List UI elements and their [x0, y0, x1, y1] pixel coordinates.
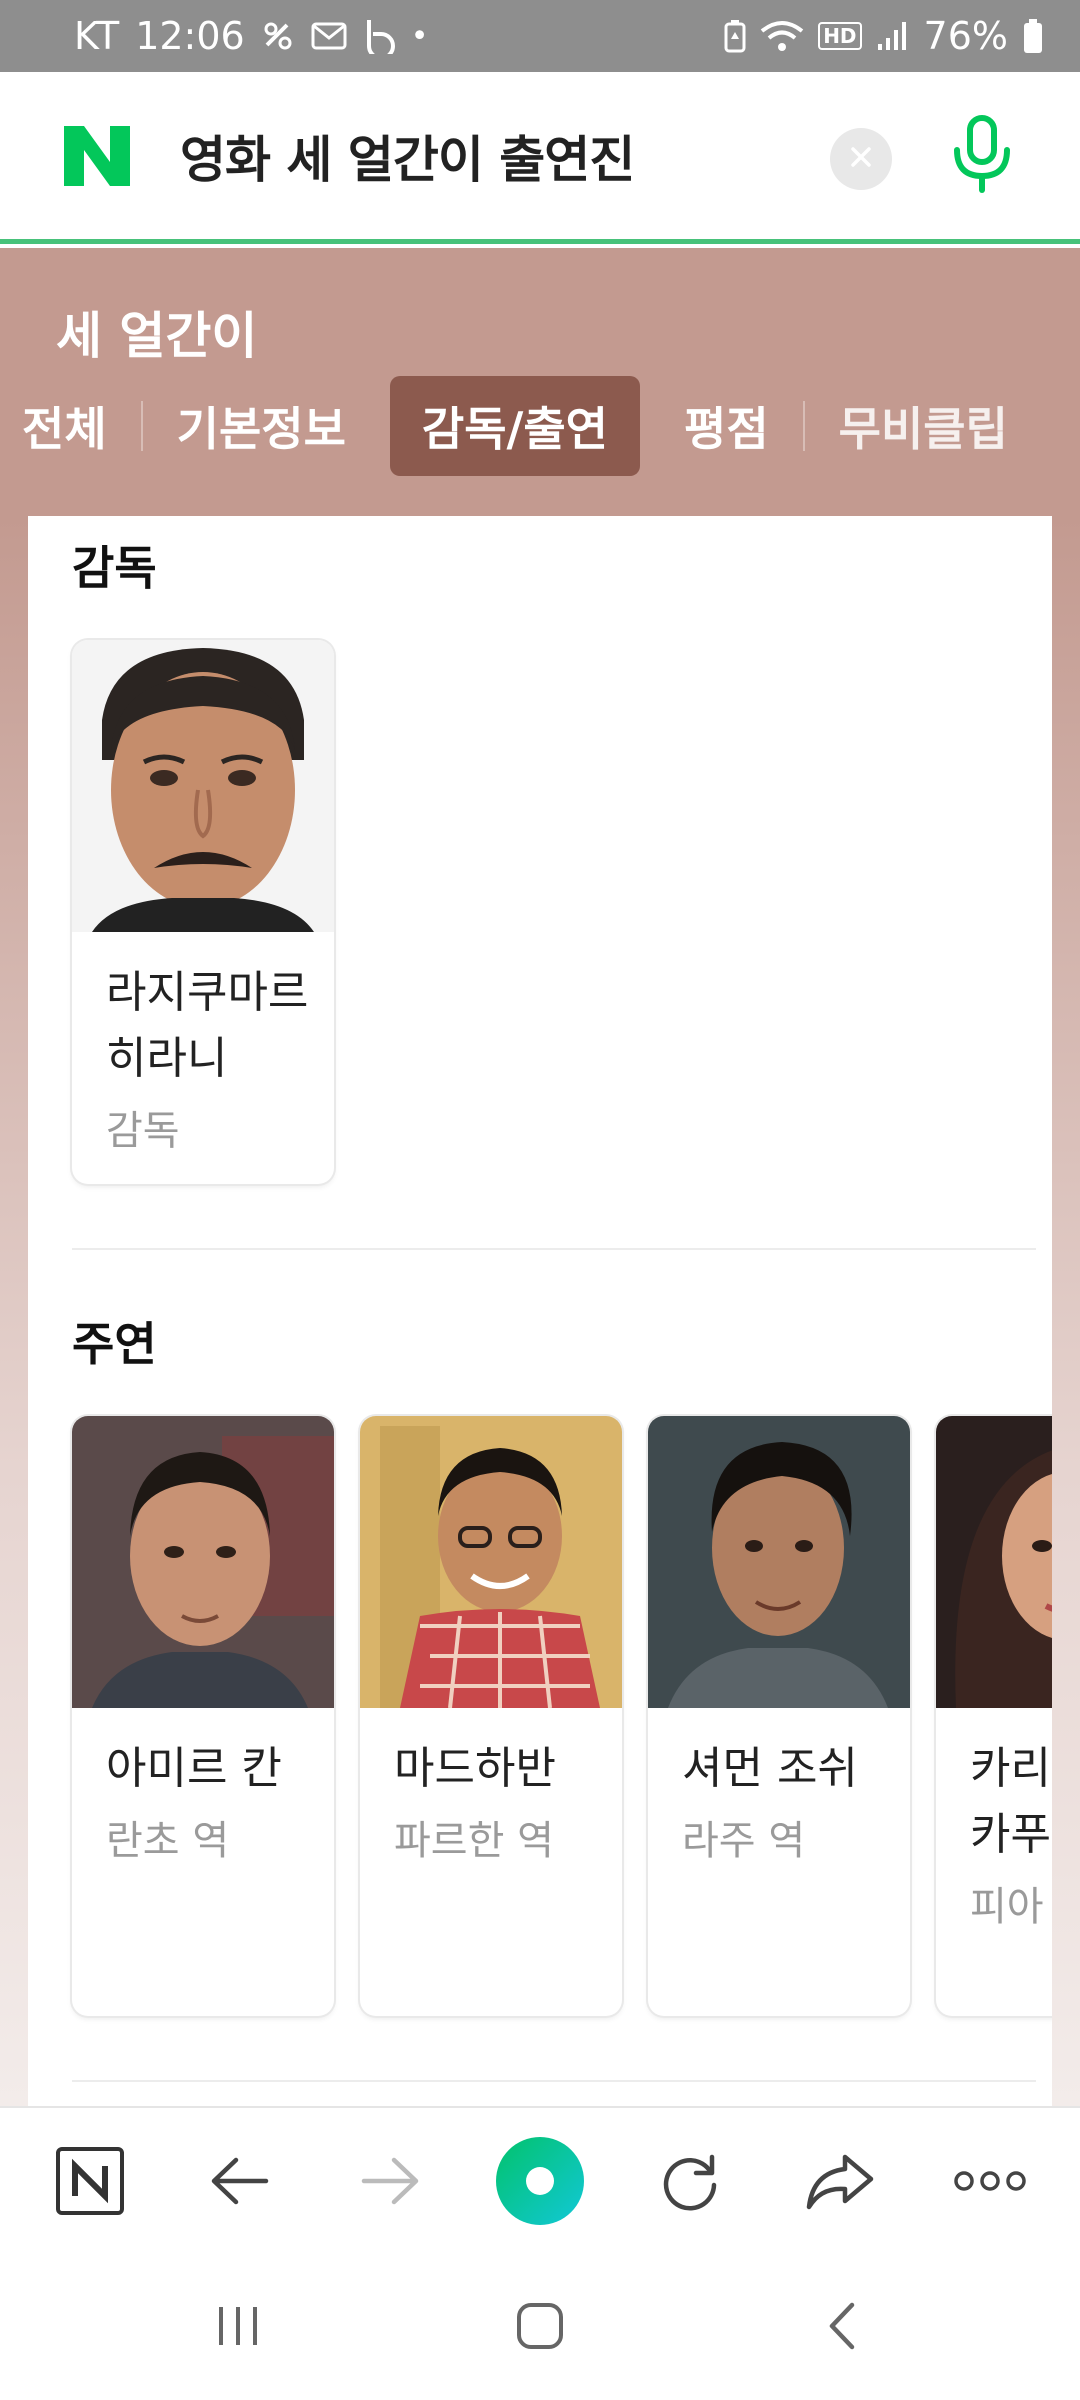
- person-photo: [72, 1416, 334, 1708]
- status-dot: •: [410, 18, 429, 54]
- green-dot-icon: [494, 2135, 586, 2231]
- section-divider: [72, 2080, 1036, 2082]
- section-divider: [72, 1248, 1036, 1250]
- tab-director-cast[interactable]: 감독/출연: [389, 376, 641, 476]
- person-role: 감독: [106, 1108, 180, 1154]
- share-button[interactable]: [790, 2133, 890, 2233]
- person-name: 아미르 칸: [106, 1743, 282, 1794]
- person-name: 카리나 카푸르: [970, 1743, 1052, 1860]
- tab-all[interactable]: 전체: [0, 376, 141, 476]
- hd-badge: HD: [818, 22, 862, 50]
- search-query[interactable]: 영화 세 얼간이 출연진: [180, 120, 635, 192]
- section-title-director: 감독: [72, 541, 157, 595]
- search-header: 영화 세 얼간이 출연진: [0, 72, 1080, 244]
- person-card[interactable]: 셔먼 조쉬 라주 역: [648, 1416, 910, 2016]
- recent-apps-icon: [213, 2303, 263, 2353]
- stars-icon: [261, 19, 295, 53]
- naver-home-icon: [55, 2146, 125, 2220]
- person-role: 피아 역: [970, 1884, 1052, 1930]
- more-icon: [952, 2169, 1028, 2197]
- back-arrow-icon: [210, 2156, 270, 2210]
- movie-header: 세 얼간이 전체 기본정보 감독/출연 평점 무비클립: [0, 248, 1080, 516]
- refresh-button[interactable]: [640, 2133, 740, 2233]
- system-nav-bar: [0, 2256, 1080, 2400]
- person-role: 라주 역: [682, 1818, 806, 1864]
- b-app-icon: [363, 18, 395, 54]
- naver-home-button[interactable]: [40, 2133, 140, 2233]
- movie-tabs: 전체 기본정보 감독/출연 평점 무비클립: [0, 376, 1080, 476]
- person-card[interactable]: 카리나 카푸르 피아 역: [936, 1416, 1052, 2016]
- battery-percent: 76%: [923, 14, 1008, 58]
- section-title-lead-cast: 주연: [72, 1317, 157, 1371]
- mail-icon: [311, 21, 347, 51]
- back-icon: [824, 2301, 860, 2355]
- person-name: 셔먼 조쉬: [682, 1743, 858, 1794]
- movie-title[interactable]: 세 얼간이: [56, 296, 257, 368]
- share-icon: [805, 2151, 875, 2215]
- forward-button[interactable]: [340, 2133, 440, 2233]
- person-card[interactable]: 마드하반 파르한 역: [360, 1416, 622, 2016]
- person-photo: [936, 1416, 1052, 1708]
- green-dot-button[interactable]: [490, 2133, 590, 2233]
- carrier-label: KT: [74, 14, 120, 58]
- browser-toolbar: [0, 2106, 1080, 2256]
- status-bar: KT 12:06 • HD 76%: [0, 0, 1080, 72]
- person-card[interactable]: 아미르 칸 란초 역: [72, 1416, 334, 2016]
- more-button[interactable]: [940, 2133, 1040, 2233]
- home-button[interactable]: [490, 2278, 590, 2378]
- refresh-icon: [658, 2149, 722, 2217]
- back-button[interactable]: [190, 2133, 290, 2233]
- battery-icon: [1022, 18, 1044, 54]
- time-label: 12:06: [135, 14, 245, 58]
- person-role: 란초 역: [106, 1818, 230, 1864]
- person-role: 파르한 역: [394, 1818, 554, 1864]
- voice-search-button[interactable]: [946, 114, 1018, 200]
- battery-saver-icon: [724, 19, 746, 53]
- cast-panel: 감독 라지쿠마르 히라니 감독 주연 아미르 칸 란초 역 마드하반 파르한 역…: [28, 516, 1052, 2106]
- forward-arrow-icon: [360, 2156, 420, 2210]
- tab-rating[interactable]: 평점: [650, 376, 803, 476]
- tab-movie-clip[interactable]: 무비클립: [805, 376, 1042, 476]
- naver-logo[interactable]: [60, 122, 134, 190]
- person-name: 라지쿠마르 히라니: [106, 967, 309, 1084]
- close-icon: [850, 146, 872, 172]
- tab-basic-info[interactable]: 기본정보: [143, 376, 380, 476]
- person-name: 마드하반: [394, 1743, 556, 1794]
- home-icon: [515, 2301, 565, 2355]
- person-photo: [360, 1416, 622, 1708]
- person-photo: [72, 640, 334, 932]
- system-back-button[interactable]: [792, 2278, 892, 2378]
- person-photo: [648, 1416, 910, 1708]
- wifi-icon: [760, 19, 804, 53]
- person-card[interactable]: 라지쿠마르 히라니 감독: [72, 640, 334, 1184]
- recent-apps-button[interactable]: [188, 2278, 288, 2378]
- microphone-icon: [949, 114, 1015, 200]
- signal-icon: [876, 20, 910, 52]
- clear-search-button[interactable]: [830, 128, 892, 190]
